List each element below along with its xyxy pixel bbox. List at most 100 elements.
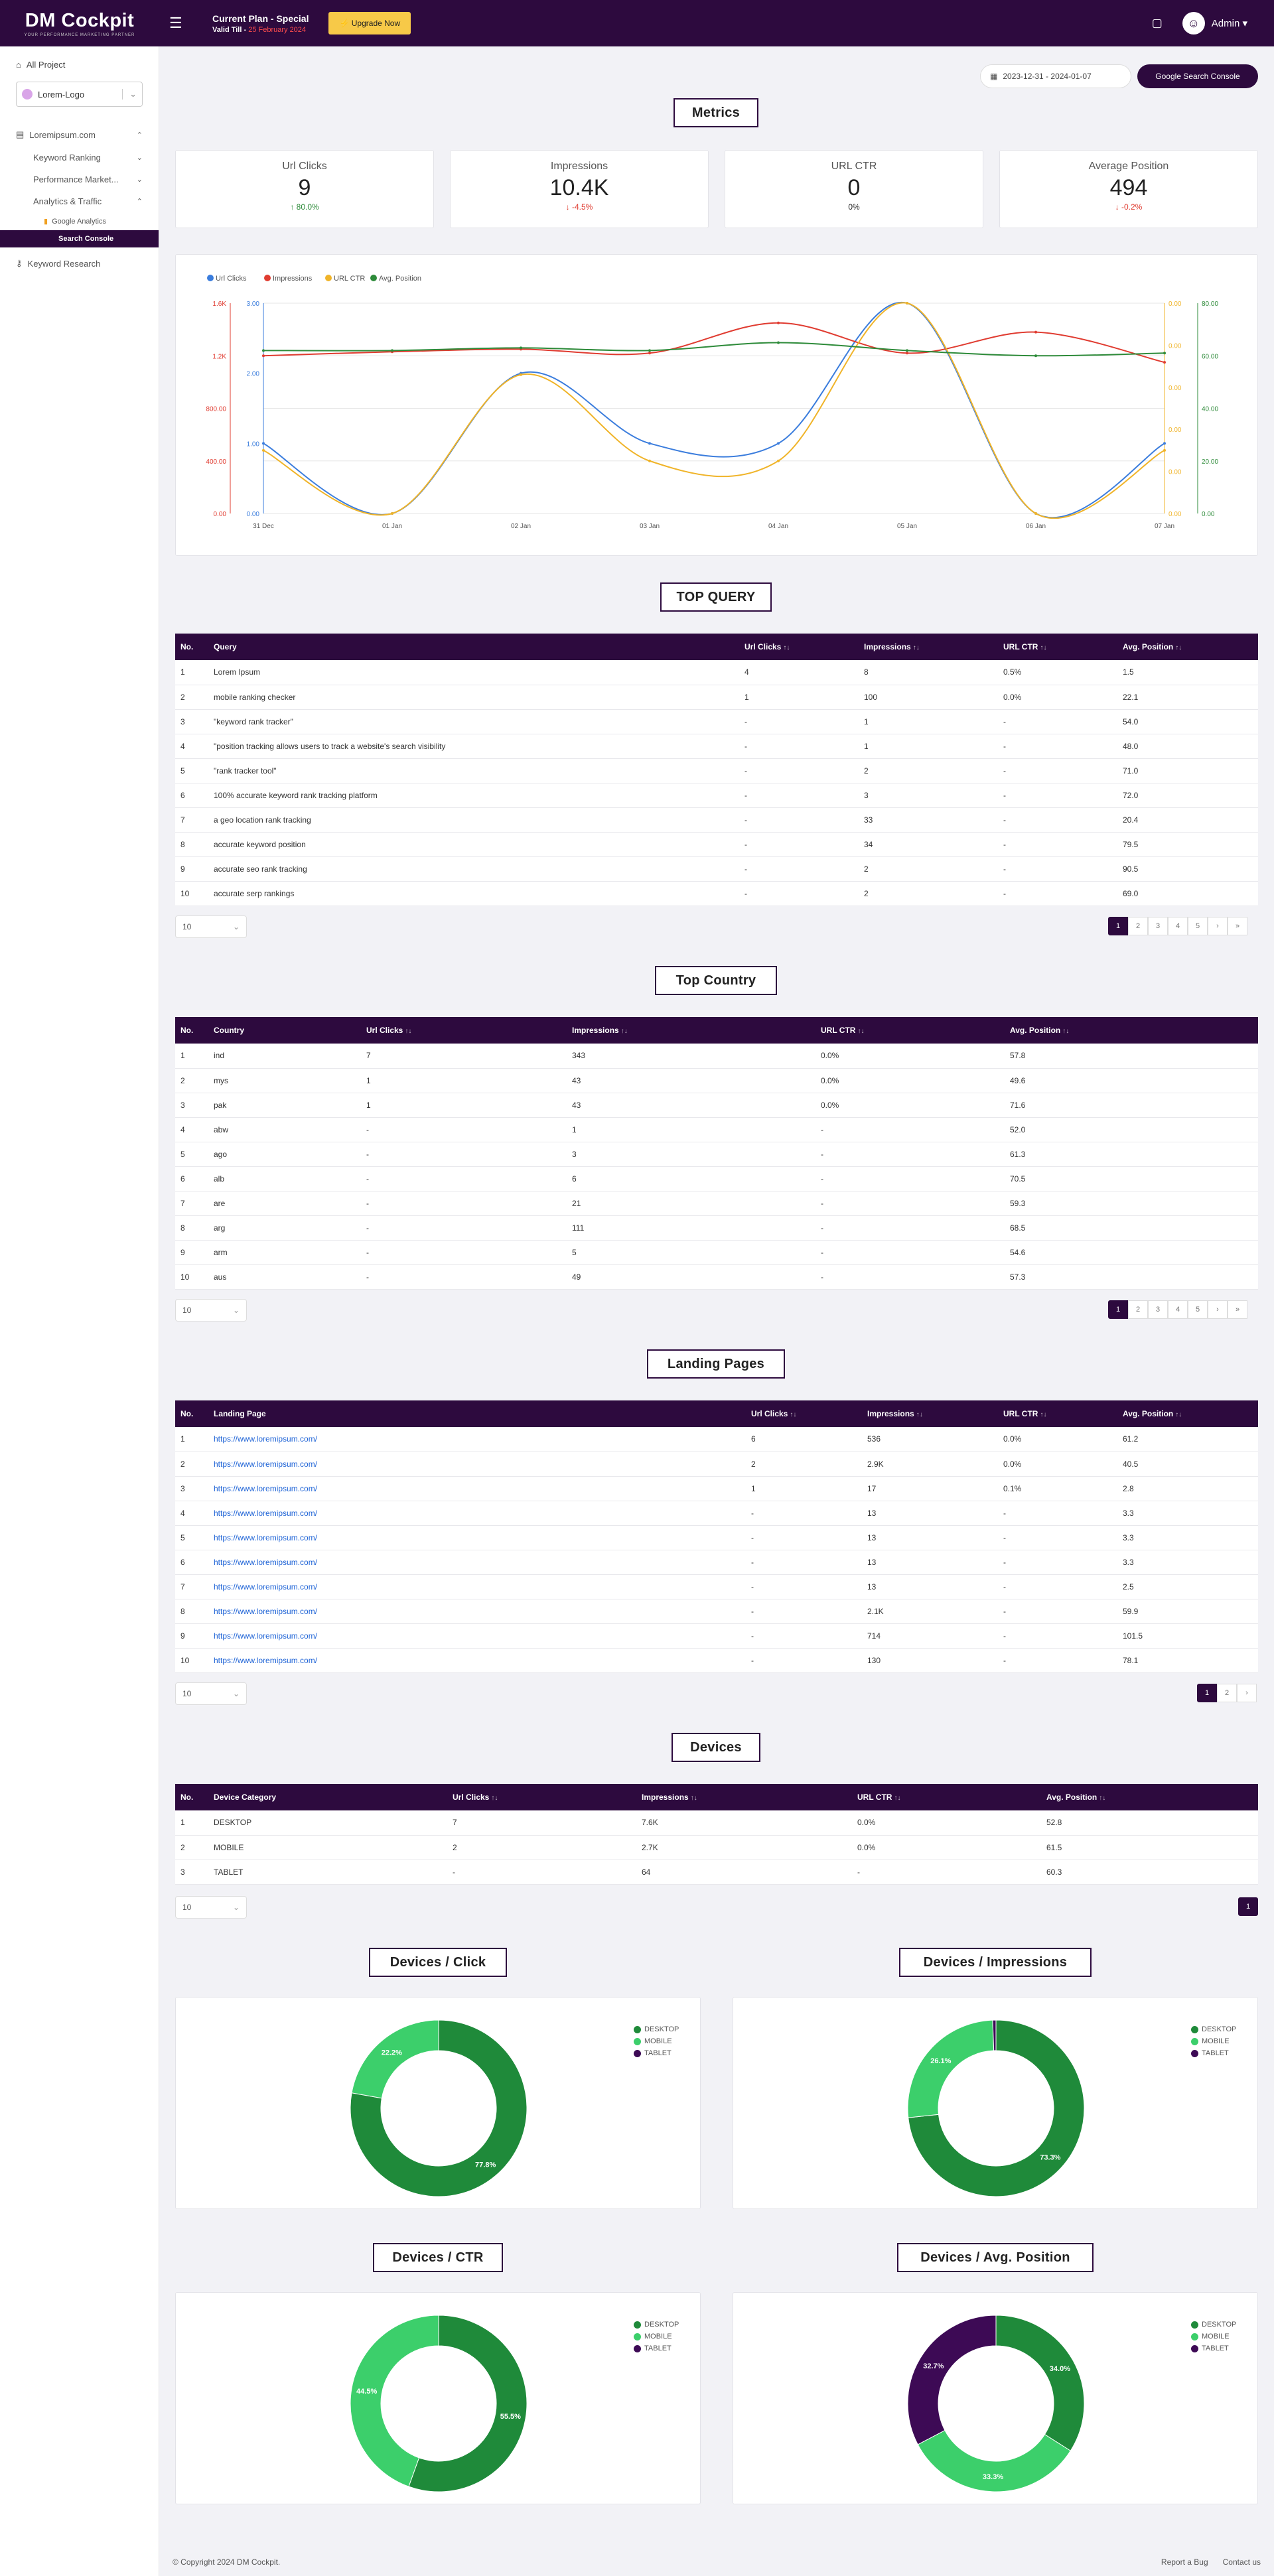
sort-icon[interactable]: ↑↓ [1040, 1411, 1046, 1418]
contact-link[interactable]: Contact us [1223, 2557, 1261, 2567]
landing-page-link[interactable]: https://www.loremipsum.com/ [214, 1558, 317, 1567]
legend-item[interactable]: DESKTOP [634, 2025, 679, 2033]
page-button[interactable]: » [1228, 917, 1247, 935]
page-button[interactable]: 1 [1108, 1300, 1128, 1319]
project-select[interactable]: Lorem-Logo ⌄ [16, 82, 143, 107]
page-button[interactable]: › [1208, 1300, 1228, 1319]
page-button[interactable]: › [1208, 917, 1228, 935]
legend-item[interactable]: TABLET [634, 2049, 679, 2057]
donut-slice[interactable] [917, 2429, 1071, 2492]
sidebar-item-site[interactable]: ▤ Loremipsum.com ⌃ [0, 123, 159, 147]
top-country-page-size[interactable]: 10 ⌄ [175, 1299, 247, 1322]
column-header[interactable]: Url Clicks ↑↓ [739, 634, 859, 660]
legend-item[interactable]: TABLET [1191, 2049, 1236, 2057]
sort-icon[interactable]: ↑↓ [1175, 644, 1182, 651]
landing-page-link[interactable]: https://www.loremipsum.com/ [214, 1533, 317, 1542]
sort-icon[interactable]: ↑↓ [857, 1028, 864, 1035]
sort-icon[interactable]: ↑↓ [621, 1028, 628, 1035]
devices-page-size[interactable]: 10 ⌄ [175, 1896, 247, 1919]
page-button[interactable]: 4 [1168, 1300, 1188, 1319]
legend-item[interactable]: DESKTOP [1191, 2025, 1236, 2033]
column-header[interactable]: Url Clicks ↑↓ [746, 1400, 862, 1427]
landing-page-link[interactable]: https://www.loremipsum.com/ [214, 1509, 317, 1518]
sidebar-item-all-project[interactable]: ⌂ All Project [0, 46, 159, 76]
legend-item[interactable]: TABLET [634, 2344, 679, 2352]
top-query-page-size[interactable]: 10 ⌄ [175, 915, 247, 938]
legend-item[interactable]: TABLET [1191, 2344, 1236, 2352]
chat-icon[interactable]: ▢ [1152, 17, 1163, 30]
page-button[interactable]: 4 [1168, 917, 1188, 935]
sidebar-item-keyword-research[interactable]: ⚷ Keyword Research [0, 251, 159, 275]
page-button[interactable]: 1 [1238, 1897, 1258, 1916]
donut-slice[interactable] [907, 2315, 997, 2445]
menu-toggle-icon[interactable]: ☰ [169, 15, 189, 32]
user-menu[interactable]: Admin ▾ [1212, 17, 1247, 29]
legend-item[interactable]: MOBILE [1191, 2333, 1236, 2340]
column-header[interactable]: Url Clicks ↑↓ [447, 1784, 636, 1810]
column-header[interactable]: URL CTR ↑↓ [998, 634, 1117, 660]
landing-page-link[interactable]: https://www.loremipsum.com/ [214, 1459, 317, 1469]
donut-slice[interactable] [351, 2019, 439, 2099]
page-button[interactable]: 5 [1188, 917, 1208, 935]
sidebar-item-performance-marketing[interactable]: Performance Market... ⌄ [0, 169, 159, 190]
legend-item[interactable]: MOBILE [1191, 2037, 1236, 2045]
legend-item[interactable]: MOBILE [634, 2037, 679, 2045]
sort-icon[interactable]: ↑↓ [790, 1411, 796, 1418]
landing-page-link[interactable]: https://www.loremipsum.com/ [214, 1434, 317, 1444]
page-button[interactable]: 2 [1128, 1300, 1148, 1319]
landing-page-link[interactable]: https://www.loremipsum.com/ [214, 1631, 317, 1641]
column-header[interactable]: URL CTR ↑↓ [815, 1017, 1005, 1044]
column-header[interactable]: Impressions ↑↓ [862, 1400, 998, 1427]
column-header[interactable]: URL CTR ↑↓ [998, 1400, 1117, 1427]
column-header[interactable]: Avg. Position ↑↓ [1117, 1400, 1258, 1427]
google-search-console-button[interactable]: Google Search Console [1137, 64, 1258, 88]
sort-icon[interactable]: ↑↓ [1175, 1411, 1182, 1418]
column-header[interactable]: Impressions ↑↓ [859, 634, 998, 660]
donut-slice[interactable] [995, 2315, 1085, 2451]
page-button[interactable]: 1 [1108, 917, 1128, 935]
sort-icon[interactable]: ↑↓ [1099, 1795, 1105, 1802]
page-button[interactable]: 3 [1148, 1300, 1168, 1319]
page-button[interactable]: 5 [1188, 1300, 1208, 1319]
date-range-picker[interactable]: ▦ 2023-12-31 - 2024-01-07 [980, 64, 1131, 88]
sort-icon[interactable]: ↑↓ [1040, 644, 1046, 651]
page-button[interactable]: 3 [1148, 917, 1168, 935]
column-header[interactable]: Impressions ↑↓ [636, 1784, 852, 1810]
column-header[interactable]: Avg. Position ↑↓ [1041, 1784, 1258, 1810]
column-header[interactable]: URL CTR ↑↓ [852, 1784, 1041, 1810]
page-button[interactable]: 2 [1217, 1684, 1237, 1702]
landing-page-link[interactable]: https://www.loremipsum.com/ [214, 1484, 317, 1493]
sort-icon[interactable]: ↑↓ [405, 1028, 411, 1035]
column-header[interactable]: Avg. Position ↑↓ [1005, 1017, 1258, 1044]
landing-page-link[interactable]: https://www.loremipsum.com/ [214, 1582, 317, 1592]
sort-icon[interactable]: ↑↓ [491, 1795, 498, 1802]
sort-icon[interactable]: ↑↓ [894, 1795, 900, 1802]
sidebar-item-search-console[interactable]: Search Console [0, 230, 159, 247]
column-header[interactable]: Impressions ↑↓ [567, 1017, 815, 1044]
brand-logo[interactable]: DM Cockpit YOUR PERFORMANCE MARKETING PA… [0, 10, 159, 37]
sort-icon[interactable]: ↑↓ [691, 1795, 697, 1802]
page-button[interactable]: » [1228, 1300, 1247, 1319]
page-button[interactable]: › [1237, 1684, 1257, 1702]
legend-item[interactable]: DESKTOP [634, 2321, 679, 2329]
column-header[interactable]: Url Clicks ↑↓ [361, 1017, 567, 1044]
page-button[interactable]: 1 [1197, 1684, 1217, 1702]
sidebar-item-analytics-traffic[interactable]: Analytics & Traffic ⌃ [0, 190, 159, 212]
landing-pages-page-size[interactable]: 10 ⌄ [175, 1682, 247, 1705]
landing-page-link[interactable]: https://www.loremipsum.com/ [214, 1656, 317, 1665]
avatar[interactable]: ☺ [1182, 12, 1205, 34]
sort-icon[interactable]: ↑↓ [916, 1411, 923, 1418]
upgrade-button[interactable]: ⚡ Upgrade Now [328, 12, 411, 34]
sort-icon[interactable]: ↑↓ [913, 644, 920, 651]
legend-item[interactable]: MOBILE [634, 2333, 679, 2340]
legend-item[interactable]: DESKTOP [1191, 2321, 1236, 2329]
sort-icon[interactable]: ↑↓ [783, 644, 790, 651]
sort-icon[interactable]: ↑↓ [1062, 1028, 1069, 1035]
landing-page-link[interactable]: https://www.loremipsum.com/ [214, 1607, 317, 1616]
sidebar-item-keyword-ranking[interactable]: Keyword Ranking ⌄ [0, 147, 159, 169]
page-button[interactable]: 2 [1128, 917, 1148, 935]
sidebar-item-google-analytics[interactable]: ▮ Google Analytics [0, 212, 159, 230]
report-bug-link[interactable]: Report a Bug [1161, 2557, 1208, 2567]
column-header[interactable]: Avg. Position ↑↓ [1117, 634, 1258, 660]
donut-slice[interactable] [907, 2019, 995, 2118]
